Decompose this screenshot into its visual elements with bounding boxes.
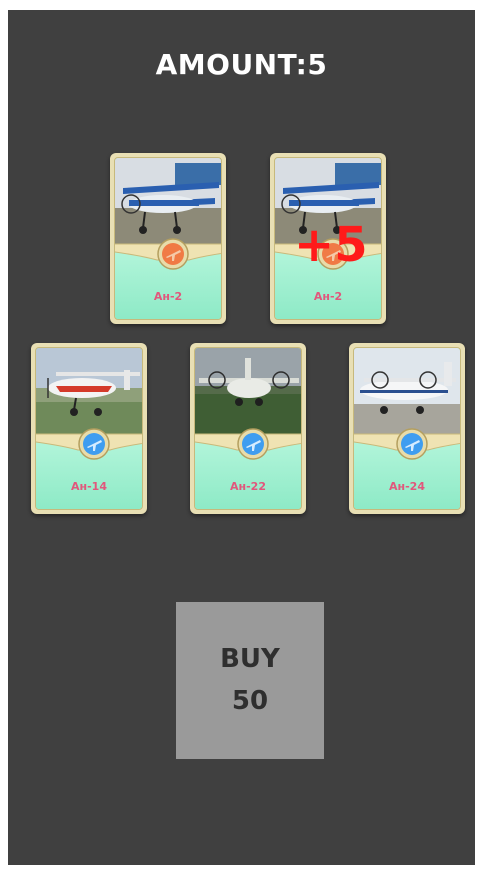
plane-card-an-24[interactable]: Ан-24: [349, 343, 465, 514]
plane-photo-large-turboprop: [195, 348, 301, 434]
plane-card-name: Ан-14: [71, 480, 107, 493]
plane-card-name: Ан-2: [153, 290, 183, 303]
game-screen: AMOUNT:5 Ан-2 Ан-2 +5 Ан-14 Ан-22 Ан-24 …: [8, 10, 475, 865]
plane-photo-small-twin: [36, 348, 142, 434]
plane-card-an-22[interactable]: Ан-22: [190, 343, 306, 514]
plane-card-an-2[interactable]: Ан-2: [110, 153, 226, 324]
plane-icon: [237, 428, 269, 460]
plane-photo-regional-turboprop: [354, 348, 460, 434]
card-face: Ан-2: [114, 157, 222, 320]
plane-card-name: Ан-22: [230, 480, 266, 493]
plane-photo-biplane: [115, 158, 221, 244]
card-face: Ан-14: [35, 347, 143, 510]
amount-counter: AMOUNT:5: [155, 48, 328, 81]
card-face: Ан-24: [353, 347, 461, 510]
plane-icon: [157, 238, 189, 270]
plane-card-name: Ан-2: [313, 290, 343, 303]
buy-price: 50: [231, 685, 269, 716]
plane-icon: [396, 428, 428, 460]
plane-card-an-14[interactable]: Ан-14: [31, 343, 147, 514]
card-face: Ан-22: [194, 347, 302, 510]
plane-icon: [78, 428, 110, 460]
plane-card-name: Ан-24: [389, 480, 425, 493]
bonus-amount-label: +5: [294, 217, 368, 273]
buy-button[interactable]: BUY 50: [176, 602, 324, 759]
buy-label: BUY: [220, 643, 280, 674]
